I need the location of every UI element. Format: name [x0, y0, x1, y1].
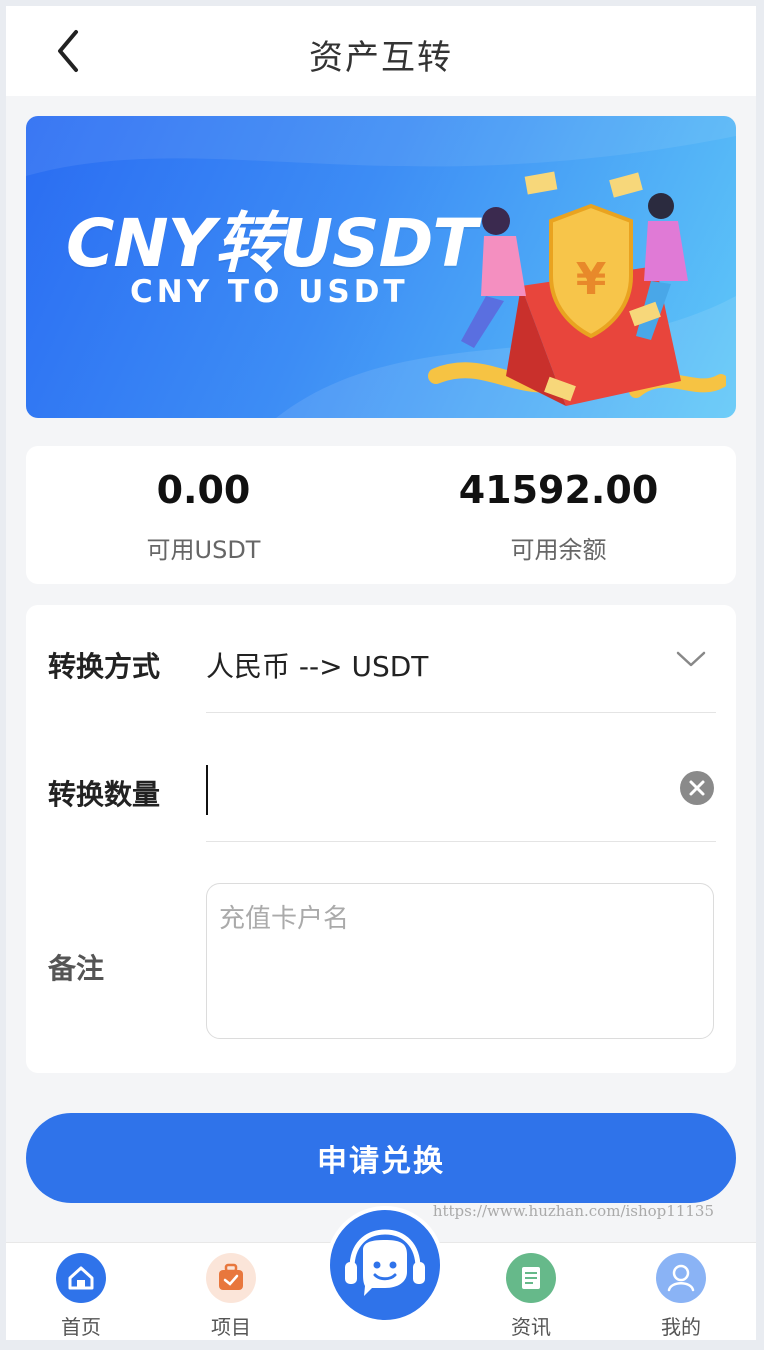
- banner-subtitle: CNY TO USDT: [130, 274, 409, 310]
- quantity-input[interactable]: [206, 765, 674, 815]
- news-icon: [506, 1253, 556, 1303]
- tab-mine[interactable]: 我的: [621, 1243, 741, 1340]
- clear-input-button[interactable]: [680, 771, 714, 805]
- page-title: 资产互转: [309, 38, 453, 78]
- method-select[interactable]: 人民币 --> USDT: [206, 645, 428, 685]
- remark-textarea[interactable]: [206, 883, 714, 1039]
- close-icon: [689, 780, 705, 796]
- app-screen: 资产互转 CNY转USDT CNY TO USDT ¥ 0.00 可用USDT …: [6, 6, 756, 1340]
- quantity-label: 转换数量: [48, 778, 161, 811]
- tab-home-label: 首页: [61, 1315, 101, 1339]
- banner-title: CNY转USDT: [66, 205, 477, 282]
- svg-text:¥: ¥: [576, 254, 607, 305]
- watermark-text: https://www.huzhan.com/ishop11135: [432, 1202, 714, 1220]
- cny-balance-label: 可用余额: [510, 536, 607, 564]
- remark-label: 备注: [48, 952, 105, 985]
- usdt-balance-label: 可用USDT: [146, 536, 261, 564]
- tab-news-label: 资讯: [511, 1315, 551, 1339]
- divider: [206, 712, 716, 713]
- project-icon: [206, 1253, 256, 1303]
- promo-banner: CNY转USDT CNY TO USDT ¥: [26, 116, 736, 418]
- tab-home[interactable]: 首页: [21, 1243, 141, 1340]
- balance-card: 0.00 可用USDT 41592.00 可用余额: [26, 446, 736, 584]
- tab-mine-label: 我的: [661, 1315, 701, 1339]
- red-envelope-illustration: ¥: [428, 171, 726, 406]
- usdt-balance-value: 0.00: [156, 468, 251, 512]
- tab-project-label: 项目: [211, 1315, 251, 1339]
- usdt-balance: 0.00 可用USDT: [26, 468, 381, 565]
- chevron-down-icon[interactable]: [674, 647, 708, 671]
- user-icon: [656, 1253, 706, 1303]
- nav-header: 资产互转: [6, 6, 756, 96]
- cny-balance: 41592.00 可用余额: [381, 468, 736, 565]
- cny-balance-value: 41592.00: [458, 468, 659, 512]
- home-icon: [56, 1253, 106, 1303]
- customer-service-button[interactable]: [326, 1206, 444, 1324]
- tab-news[interactable]: 资讯: [471, 1243, 591, 1340]
- method-label: 转换方式: [48, 650, 161, 683]
- tab-project[interactable]: 项目: [171, 1243, 291, 1340]
- exchange-form: 转换方式 人民币 --> USDT 转换数量 备注: [26, 605, 736, 1073]
- customer-service-icon: [345, 1229, 425, 1296]
- apply-exchange-button[interactable]: 申请兑换: [26, 1113, 736, 1203]
- divider: [206, 841, 716, 842]
